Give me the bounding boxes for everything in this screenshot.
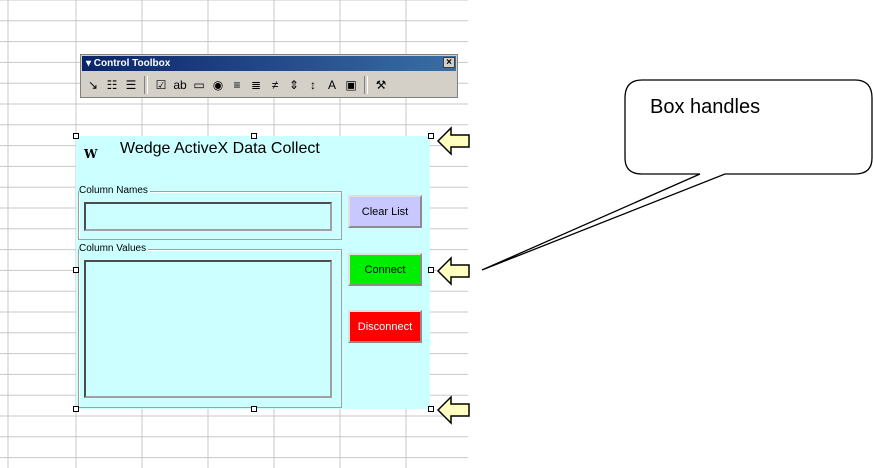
- resize-handle-top-middle[interactable]: [251, 133, 257, 139]
- connect-label: Connect: [364, 263, 406, 276]
- listbox-icon[interactable]: ≡: [228, 76, 246, 94]
- disconnect-button[interactable]: Disconnect: [348, 310, 422, 343]
- column-names-textbox[interactable]: [84, 202, 332, 231]
- toolbar-separator: [144, 76, 148, 94]
- form-title: Wedge ActiveX Data Collect: [120, 140, 320, 157]
- command-button-icon[interactable]: ▭: [190, 76, 208, 94]
- more-controls-icon[interactable]: ⚒: [372, 76, 390, 94]
- view-code-icon[interactable]: ☰: [122, 76, 140, 94]
- pointer-arrow-bottom-icon: [436, 395, 470, 425]
- checkbox-icon[interactable]: ☑: [152, 76, 170, 94]
- spin-button-icon[interactable]: ⇕: [285, 76, 303, 94]
- close-icon[interactable]: ×: [443, 57, 455, 68]
- toolbox-icon-row: ↘ ☷ ☰ ☑ ab ▭ ◉ ≡ ≣ ≠ ⇕ ↕ A ▣ ⚒: [84, 74, 454, 96]
- resize-handle-bottom-right[interactable]: [428, 406, 434, 412]
- pointer-arrow-top-icon: [436, 126, 470, 156]
- option-button-icon[interactable]: ◉: [209, 76, 227, 94]
- combobox-icon[interactable]: ≣: [247, 76, 265, 94]
- resize-handle-top-left[interactable]: [73, 133, 79, 139]
- image-icon[interactable]: ▣: [342, 76, 360, 94]
- column-values-label: Column Values: [79, 243, 149, 254]
- wedge-logo-icon: W: [84, 147, 98, 161]
- disconnect-label: Disconnect: [357, 320, 413, 333]
- toggle-button-icon[interactable]: ≠: [266, 76, 284, 94]
- clear-list-button[interactable]: Clear List: [348, 195, 422, 228]
- resize-handle-middle-right[interactable]: [428, 267, 434, 273]
- resize-handle-top-right[interactable]: [428, 133, 434, 139]
- resize-handle-bottom-middle[interactable]: [251, 406, 257, 412]
- pointer-arrow-middle-icon: [436, 256, 470, 286]
- label-icon[interactable]: A: [323, 76, 341, 94]
- scrollbar-icon[interactable]: ↕: [304, 76, 322, 94]
- textbox-icon[interactable]: ab: [171, 76, 189, 94]
- properties-icon[interactable]: ☷: [103, 76, 121, 94]
- toolbar-separator: [364, 76, 368, 94]
- connect-button[interactable]: Connect: [348, 253, 422, 286]
- control-toolbox[interactable]: ▾ Control Toolbox × ↘ ☷ ☰ ☑ ab ▭ ◉ ≡ ≣ ≠ ⇕ ↕ A ▣ ⚒: [80, 54, 458, 98]
- resize-handle-bottom-left[interactable]: [73, 406, 79, 412]
- column-names-label: Column Names: [79, 185, 150, 196]
- resize-handle-middle-left[interactable]: [73, 267, 79, 273]
- column-values-textbox[interactable]: [84, 260, 332, 398]
- callout-text: Box handles: [650, 96, 761, 118]
- design-mode-icon[interactable]: ↘: [84, 76, 102, 94]
- activex-form[interactable]: W Wedge ActiveX Data Collect Column Name…: [76, 136, 430, 409]
- toolbox-title[interactable]: ▾ Control Toolbox: [82, 56, 456, 71]
- clear-list-label: Clear List: [361, 205, 409, 218]
